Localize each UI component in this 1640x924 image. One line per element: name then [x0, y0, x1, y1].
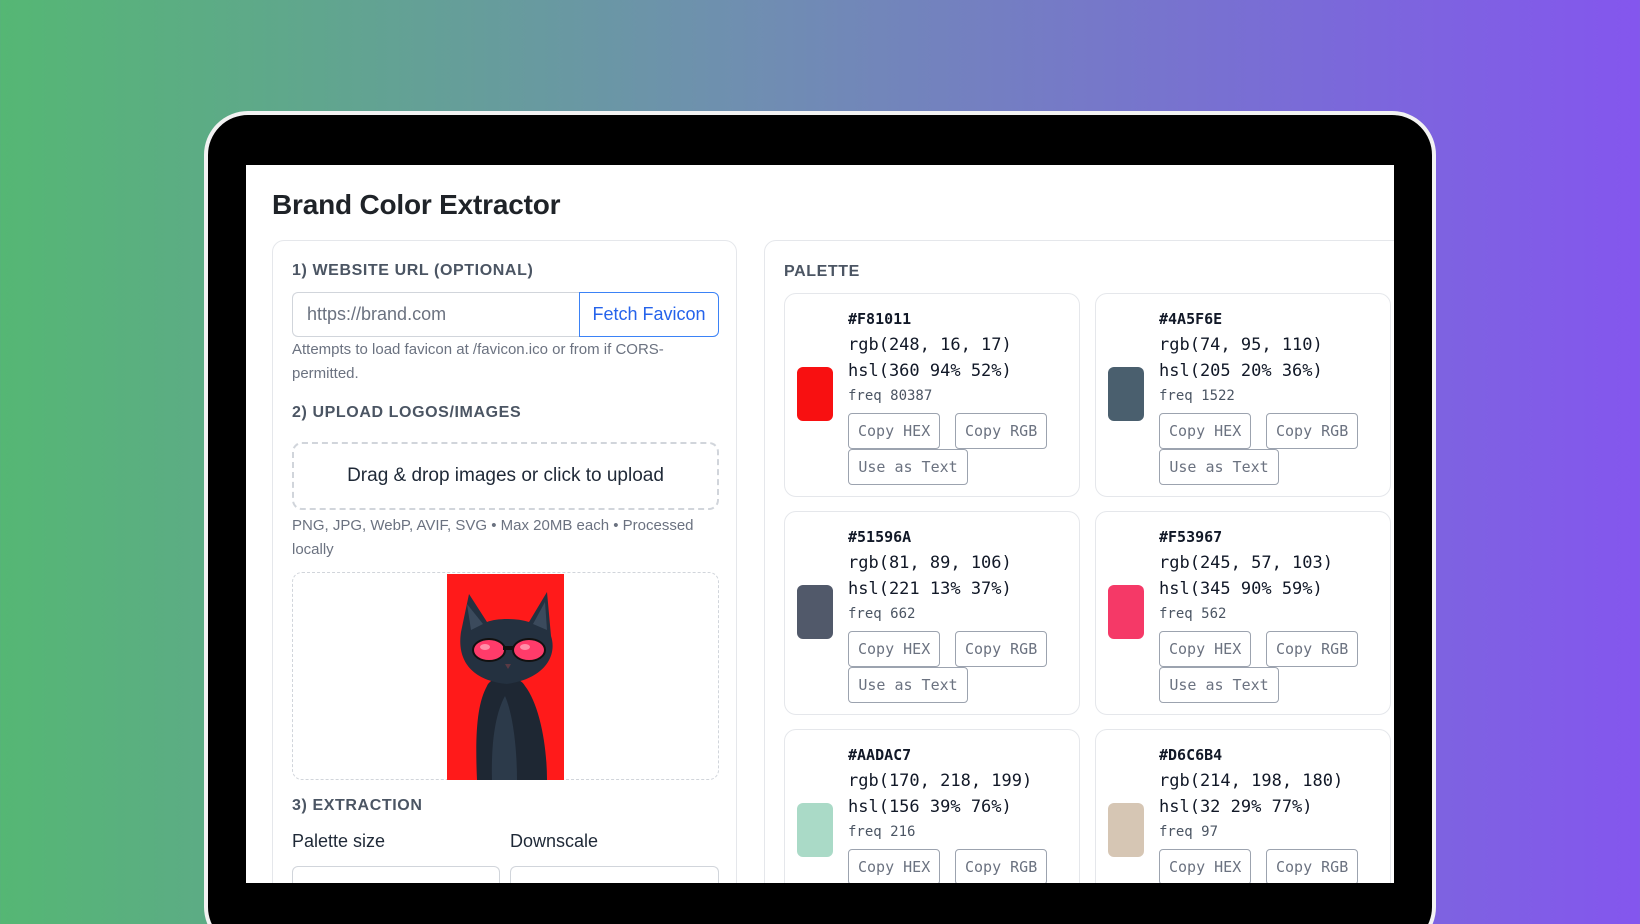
copy-hex-button[interactable]: Copy HEX: [848, 413, 940, 449]
color-hsl: hsl(32 29% 77%): [1159, 797, 1313, 817]
color-swatch: [1108, 367, 1144, 421]
color-hex: #F53967: [1159, 528, 1223, 546]
color-swatch: [1108, 585, 1144, 639]
color-hex: #4A5F6E: [1159, 310, 1223, 328]
fetch-favicon-button[interactable]: Fetch Favicon: [579, 292, 719, 337]
color-swatch: [1108, 803, 1144, 857]
color-hsl: hsl(360 94% 52%): [848, 361, 1012, 381]
copy-rgb-button[interactable]: Copy RGB: [955, 631, 1047, 667]
copy-hex-button[interactable]: Copy HEX: [1159, 849, 1251, 883]
copy-rgb-button[interactable]: Copy RGB: [955, 413, 1047, 449]
url-hint: Attempts to load favicon at /favicon.ico…: [292, 341, 664, 382]
copy-hex-button[interactable]: Copy HEX: [848, 849, 940, 883]
color-swatch: [797, 367, 833, 421]
color-rgb: rgb(74, 95, 110): [1159, 335, 1323, 355]
copy-rgb-button[interactable]: Copy RGB: [1266, 413, 1358, 449]
color-frequency: freq 80387: [848, 388, 933, 404]
copy-hex-button[interactable]: Copy HEX: [1159, 631, 1251, 667]
section-title-website-url: 1) WEBSITE URL (OPTIONAL): [292, 262, 534, 279]
uploaded-image-thumbnail[interactable]: [447, 574, 564, 780]
color-rgb: rgb(214, 198, 180): [1159, 771, 1344, 791]
dropzone-label: Drag & drop images or click to upload: [347, 465, 664, 486]
use-as-text-button[interactable]: Use as Text: [1159, 667, 1279, 703]
color-rgb: rgb(245, 57, 103): [1159, 553, 1333, 573]
copy-hex-button[interactable]: Copy HEX: [848, 631, 940, 667]
color-hex: #D6C6B4: [1159, 746, 1223, 764]
color-card: #D6C6B4 rgb(214, 198, 180) hsl(32 29% 77%)…: [1095, 729, 1391, 883]
color-hsl: hsl(345 90% 59%): [1159, 579, 1323, 599]
app-window: Brand Color Extractor 1) WEBSITE URL (OP…: [246, 165, 1394, 883]
copy-hex-button[interactable]: Copy HEX: [1159, 413, 1251, 449]
use-as-text-button[interactable]: Use as Text: [848, 449, 968, 485]
downscale-input[interactable]: [510, 866, 719, 883]
color-rgb: rgb(170, 218, 199): [848, 771, 1033, 791]
color-card: #4A5F6E rgb(74, 95, 110) hsl(205 20% 36%) f…: [1095, 293, 1391, 497]
palette-title: PALETTE: [784, 263, 860, 280]
copy-rgb-button[interactable]: Copy RGB: [1266, 849, 1358, 883]
color-frequency: freq 662: [848, 606, 916, 622]
input-panel: 1) WEBSITE URL (OPTIONAL) Fetch Favicon …: [272, 240, 737, 883]
downscale-label: Downscale: [510, 831, 599, 851]
url-input-group: Fetch Favicon: [292, 292, 719, 337]
color-frequency: freq 216: [848, 824, 916, 840]
color-frequency: freq 1522: [1159, 388, 1235, 404]
color-rgb: rgb(248, 16, 17): [848, 335, 1012, 355]
color-card: #AADAC7 rgb(170, 218, 199) hsl(156 39% 76%…: [784, 729, 1080, 883]
website-url-input[interactable]: [292, 292, 579, 337]
use-as-text-button[interactable]: Use as Text: [848, 667, 968, 703]
color-card: #51596A rgb(81, 89, 106) hsl(221 13% 37%) f…: [784, 511, 1080, 715]
cat-with-sunglasses-image: [447, 574, 564, 780]
color-card: #F53967 rgb(245, 57, 103) hsl(345 90% 59%)…: [1095, 511, 1391, 715]
color-hsl: hsl(205 20% 36%): [1159, 361, 1323, 381]
color-hex: #51596A: [848, 528, 912, 546]
color-rgb: rgb(81, 89, 106): [848, 553, 1012, 573]
app-title: Brand Color Extractor: [272, 189, 561, 220]
use-as-text-button[interactable]: Use as Text: [1159, 449, 1279, 485]
color-card: #F81011 rgb(248, 16, 17) hsl(360 94% 52%) f…: [784, 293, 1080, 497]
color-hsl: hsl(221 13% 37%): [848, 579, 1012, 599]
color-hex: #F81011: [848, 310, 912, 328]
palette-panel: PALETTE #F81011 rgb(248, 16, 17) hsl(360 9…: [764, 240, 1394, 883]
color-hex: #AADAC7: [848, 746, 912, 764]
palette-size-input[interactable]: [292, 866, 500, 883]
palette-size-label: Palette size: [292, 831, 386, 851]
color-frequency: freq 562: [1159, 606, 1227, 622]
color-frequency: freq 97: [1159, 824, 1219, 840]
copy-rgb-button[interactable]: Copy RGB: [955, 849, 1047, 883]
section-title-extraction: 3) EXTRACTION: [292, 797, 423, 814]
copy-rgb-button[interactable]: Copy RGB: [1266, 631, 1358, 667]
color-swatch: [797, 585, 833, 639]
upload-hint: PNG, JPG, WebP, AVIF, SVG • Max 20MB eac…: [292, 517, 694, 558]
section-title-upload: 2) UPLOAD LOGOS/IMAGES: [292, 404, 522, 421]
color-hsl: hsl(156 39% 76%): [848, 797, 1012, 817]
image-dropzone[interactable]: Drag & drop images or click to upload: [292, 442, 719, 510]
color-swatch: [797, 803, 833, 857]
image-preview-area: [292, 572, 719, 780]
